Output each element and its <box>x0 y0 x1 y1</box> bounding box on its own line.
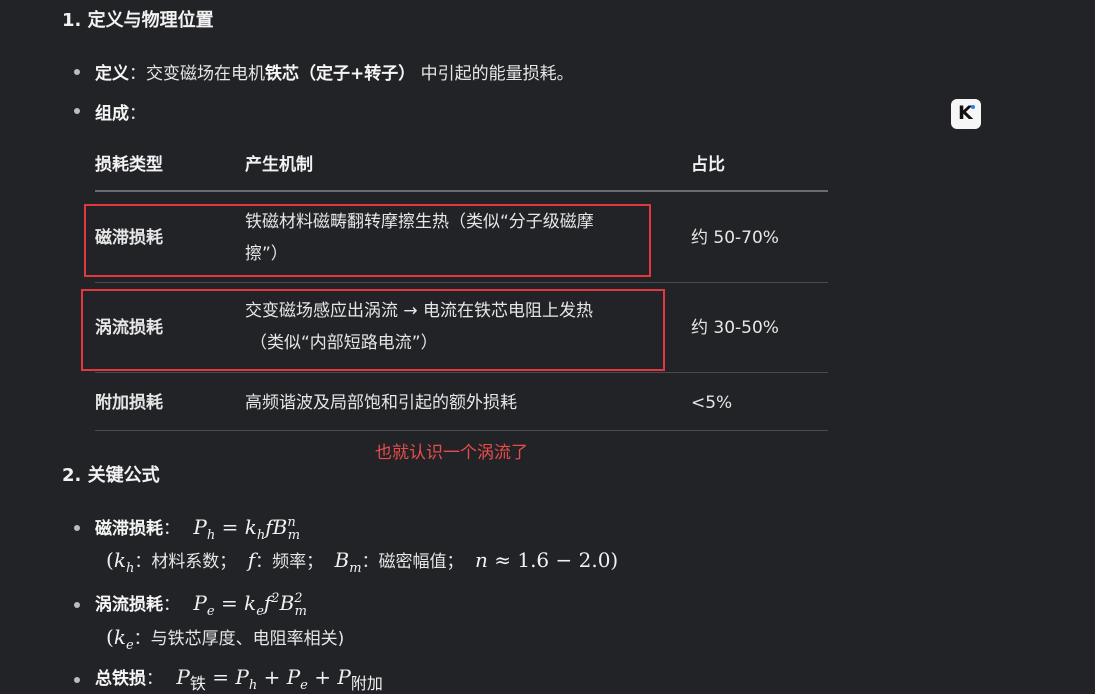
annotation-note: 也就认识一个涡流了 <box>375 443 528 463</box>
legend-kh: 材料系数； <box>151 552 237 572</box>
colon: ： <box>163 595 180 615</box>
bullet <box>74 525 80 531</box>
table-header-type: 损耗类型 <box>95 155 163 175</box>
sub-iron: 铁 <box>189 674 206 693</box>
total-formula: P铁 = Ph + Pe + P附加 <box>176 665 383 693</box>
composition-label: 组成 <box>95 104 129 124</box>
definition-text: ：交变磁场在电机 <box>129 64 265 84</box>
table-row-mechanism-line1: 高频谐波及局部饱和引起的额外损耗 <box>245 393 517 413</box>
bullet <box>74 69 80 75</box>
hysteresis-label: 磁滞损耗 <box>95 519 163 539</box>
k-dot <box>971 105 975 109</box>
table-header-mechanism: 产生机制 <box>245 155 313 175</box>
hysteresis-formula-item: 磁滞损耗： Ph = khfBnm <box>95 514 300 543</box>
eddy-legend: (ke：与铁芯厚度、电阻率相关) <box>106 625 345 653</box>
section-heading-formulas: 2. 关键公式 <box>62 465 160 486</box>
table-row-divider <box>95 282 828 283</box>
bullet <box>74 677 80 683</box>
legend-f: 频率； <box>272 552 324 572</box>
definition-bold: 铁芯（定子+转子） <box>265 64 416 84</box>
definition-label: 定义 <box>95 64 129 84</box>
total-label: 总铁损 <box>95 669 146 689</box>
sub-add: 附加 <box>350 674 383 693</box>
eddy-formula: Pe = kef2B2m <box>193 591 307 619</box>
section-heading-definition: 1. 定义与物理位置 <box>62 10 214 31</box>
eddy-label: 涡流损耗 <box>95 595 163 615</box>
highlight-box-hysteresis <box>84 204 651 277</box>
legend-ke: 与铁芯厚度、电阻率相关) <box>150 629 345 649</box>
colon: ： <box>129 104 146 124</box>
table-row-type: 附加损耗 <box>95 393 163 413</box>
table-row-share: 约 30-50% <box>691 318 779 338</box>
table-bottom-divider <box>95 430 828 431</box>
hysteresis-legend: (kh：材料系数； f：频率； Bm：磁密幅值； n ≈ 1.6 − 2.0) <box>106 548 619 576</box>
bullet <box>74 108 80 114</box>
highlight-box-eddy <box>81 289 665 371</box>
colon: ： <box>163 519 180 539</box>
legend-n: 1.6 − 2.0) <box>517 548 619 572</box>
composition-item: 组成： <box>95 99 146 124</box>
hysteresis-formula: Ph = khfBnm <box>193 515 301 543</box>
definition-item: 定义：交变磁场在电机铁芯（定子+转子） 中引起的能量损耗。 <box>95 59 574 84</box>
table-row-share: <5% <box>691 393 733 413</box>
table-header-divider <box>95 190 828 192</box>
table-row-divider <box>95 372 828 373</box>
colon: ： <box>146 669 163 689</box>
definition-text-tail: 中引起的能量损耗。 <box>415 64 574 84</box>
bullet <box>74 602 80 608</box>
table-row-share: 约 50-70% <box>691 228 779 248</box>
table-header-share: 占比 <box>691 155 725 175</box>
eddy-formula-item: 涡流损耗： Pe = kef2B2m <box>95 590 307 619</box>
legend-bm: 磁密幅值； <box>378 552 464 572</box>
k-logo-icon[interactable]: K <box>951 99 981 129</box>
total-iron-loss-item: 总铁损： P铁 = Ph + Pe + P附加 <box>95 664 383 694</box>
